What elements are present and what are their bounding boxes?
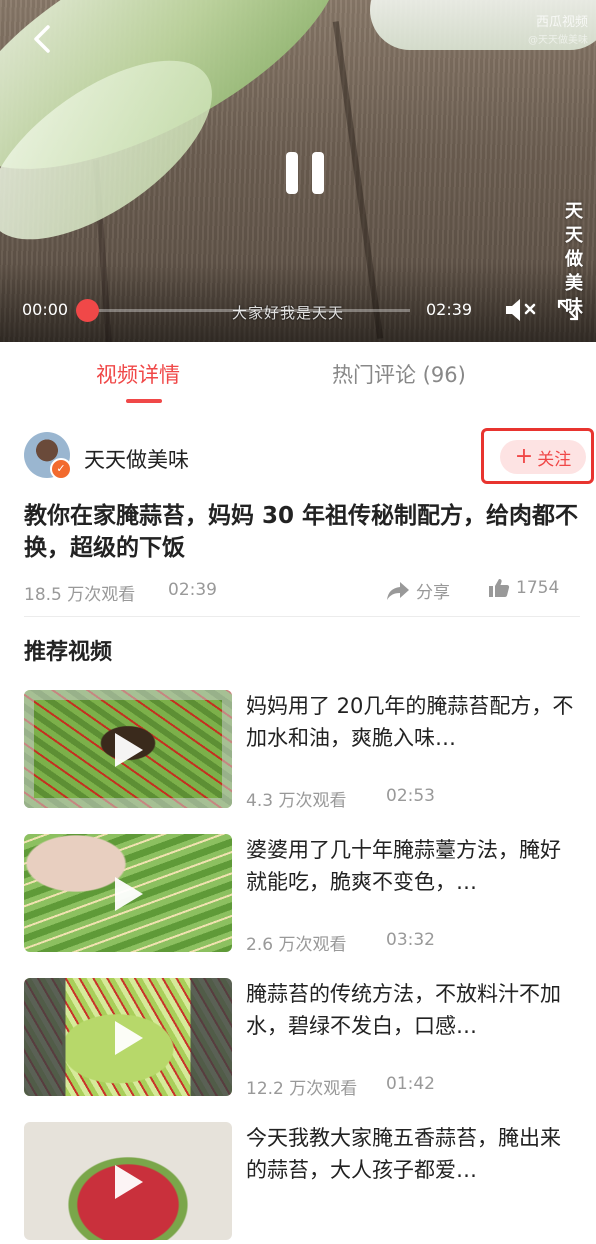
- video-subtitle: 大家好我是天天: [232, 304, 345, 322]
- platform-watermark: 西瓜视频 @天天做美味: [528, 14, 588, 50]
- play-icon: [115, 877, 143, 911]
- fullscreen-icon[interactable]: [556, 298, 580, 322]
- video-thumbnail[interactable]: [24, 834, 232, 952]
- recommended-video-item[interactable]: 今天我教大家腌五香蒜苔，腌出来的蒜苔，大人孩子都爱…: [24, 1122, 584, 1244]
- verified-badge-icon: ✓: [50, 458, 72, 480]
- author-avatar[interactable]: ✓: [24, 432, 72, 480]
- recommended-video-item[interactable]: 婆婆用了几十年腌蒜薹方法，腌好就能吃，脆爽不变色，… 2.6 万次观看 03:3…: [24, 834, 584, 956]
- video-title: 教你在家腌蒜苔，妈妈 30 年祖传秘制配方，给肉都不换，超级的下饭: [24, 503, 579, 561]
- brand-char: 美: [565, 273, 583, 294]
- video-thumbnail[interactable]: [24, 1122, 232, 1240]
- brand-char: 做: [565, 249, 583, 270]
- recommended-heading: 推荐视频: [24, 640, 113, 665]
- total-time: 02:39: [426, 300, 473, 319]
- pause-icon[interactable]: [286, 152, 324, 194]
- brand-char: 天: [565, 201, 583, 222]
- progress-knob[interactable]: [76, 299, 99, 322]
- recommended-video-title[interactable]: 今天我教大家腌五香蒜苔，腌出来的蒜苔，大人孩子都爱…: [246, 1122, 580, 1186]
- back-arrow-icon[interactable]: [30, 24, 56, 54]
- recommended-video-item[interactable]: 妈妈用了 20几年的腌蒜苔配方，不加水和油，爽脆入味… 4.3 万次观看 02:…: [24, 690, 584, 812]
- recommended-duration: 02:53: [386, 786, 435, 806]
- recommended-view-count: 4.3 万次观看: [246, 791, 347, 811]
- author-name[interactable]: 天天做美味: [84, 444, 189, 474]
- active-tab-indicator: [126, 399, 162, 403]
- plus-icon: +: [514, 444, 534, 469]
- detail-tabs: 视频详情 热门评论 (96): [0, 342, 596, 414]
- play-icon: [115, 733, 143, 767]
- recommended-view-count: 2.6 万次观看: [246, 935, 347, 955]
- recommended-video-item[interactable]: 腌蒜苔的传统方法，不放料汁不加水，碧绿不发白，口感… 12.2 万次观看 01:…: [24, 978, 584, 1100]
- share-icon: [387, 581, 409, 600]
- current-time: 00:00: [22, 300, 69, 319]
- recommended-video-title[interactable]: 婆婆用了几十年腌蒜薹方法，腌好就能吃，脆爽不变色，…: [246, 834, 580, 898]
- recommended-view-count: 12.2 万次观看: [246, 1079, 358, 1099]
- video-thumbnail[interactable]: [24, 690, 232, 808]
- watermark-logo-text: 西瓜视频: [535, 15, 588, 30]
- share-label: 分享: [416, 583, 450, 603]
- mute-icon[interactable]: [504, 297, 540, 323]
- watermark-handle: @天天做美味: [528, 35, 588, 46]
- like-button[interactable]: 1754: [488, 578, 559, 598]
- follow-button[interactable]: + 关注: [500, 440, 586, 474]
- tab-video-details[interactable]: 视频详情: [96, 359, 180, 389]
- view-count: 18.5 万次观看: [24, 585, 136, 605]
- recommended-video-title[interactable]: 腌蒜苔的传统方法，不放料汁不加水，碧绿不发白，口感…: [246, 978, 580, 1042]
- like-count: 1754: [516, 578, 560, 598]
- brand-char: 天: [565, 225, 583, 246]
- video-duration: 02:39: [168, 580, 217, 600]
- share-button[interactable]: 分享: [386, 578, 450, 603]
- video-player[interactable]: 西瓜视频 @天天做美味 天 天 做 美 味 大家好我是天天 00:00 02:3…: [0, 0, 596, 342]
- video-thumbnail[interactable]: [24, 978, 232, 1096]
- thumbs-up-icon: [489, 579, 510, 597]
- progress-bar[interactable]: [76, 299, 410, 322]
- divider: [24, 616, 580, 617]
- play-icon: [115, 1165, 143, 1199]
- recommended-duration: 01:42: [386, 1074, 435, 1094]
- recommended-video-title[interactable]: 妈妈用了 20几年的腌蒜苔配方，不加水和油，爽脆入味…: [246, 690, 580, 754]
- play-icon: [115, 1021, 143, 1055]
- tab-hot-comments[interactable]: 热门评论 (96): [332, 359, 466, 389]
- recommended-duration: 03:32: [386, 930, 435, 950]
- follow-label: 关注: [537, 449, 572, 470]
